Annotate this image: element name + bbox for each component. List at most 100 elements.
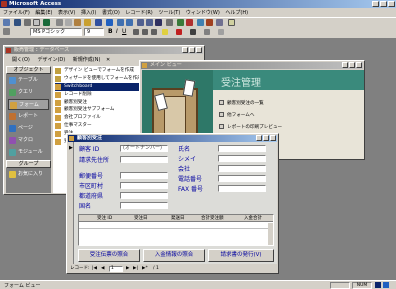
form-maximize-button[interactable] (263, 135, 269, 141)
maximize-button[interactable] (380, 1, 387, 7)
switchboard-maximize-button[interactable] (349, 62, 355, 68)
menu-edit[interactable]: 編集(E) (35, 9, 52, 17)
tray-icon[interactable] (383, 282, 389, 288)
subform-new-row[interactable] (79, 223, 273, 229)
subform-scrollbar[interactable] (268, 223, 273, 245)
name-kana-field[interactable] (218, 155, 266, 162)
col-order-total[interactable]: 合計受注額 (201, 215, 224, 222)
city-field[interactable] (120, 182, 168, 189)
align-right-icon[interactable] (151, 29, 157, 35)
line-color-icon[interactable] (190, 29, 196, 35)
switchboard-item[interactable]: レポートの印刷プレビュー (219, 124, 282, 130)
switchboard-item[interactable]: 顧客別受注の一覧 (219, 100, 264, 106)
tray-icon[interactable] (375, 282, 381, 288)
undo-icon[interactable] (95, 19, 102, 26)
groups-header[interactable]: グループ (6, 160, 51, 168)
menu-window[interactable]: ウィンドウ(W) (186, 9, 220, 17)
filter-by-form-icon[interactable] (146, 19, 153, 26)
close-button[interactable] (388, 1, 395, 7)
prev-record-icon[interactable]: ◀ (101, 265, 104, 273)
name-field[interactable] (218, 145, 266, 152)
new-record-nav-icon[interactable]: ▶* (142, 265, 148, 273)
sort-ascending-icon[interactable] (117, 19, 124, 26)
nav-favorites[interactable]: お気に入り (8, 169, 49, 180)
col-order-id[interactable]: 受注 ID (97, 215, 112, 222)
object-selector-icon[interactable] (3, 28, 10, 35)
find-icon[interactable] (166, 19, 173, 26)
new-record-icon[interactable] (177, 19, 184, 26)
nav-forms[interactable]: フォーム (8, 99, 49, 110)
filter-icon[interactable] (137, 19, 144, 26)
menu-insert[interactable]: 挿入(I) (81, 9, 96, 17)
col-ship-date[interactable]: 発送日 (171, 215, 185, 222)
menu-help[interactable]: ヘルプ(H) (225, 9, 248, 17)
menu-format[interactable]: 書式(O) (102, 9, 120, 17)
last-record-icon[interactable]: ▶| (133, 265, 138, 273)
menu-records[interactable]: レコード(R) (125, 9, 152, 17)
prefecture-field[interactable] (120, 192, 168, 199)
postal-code-field[interactable] (120, 172, 168, 179)
current-record-field[interactable]: 1 (109, 266, 123, 272)
align-left-icon[interactable] (133, 29, 139, 35)
view-icon[interactable] (3, 19, 10, 26)
phone-field[interactable] (218, 175, 266, 182)
country-field[interactable] (120, 202, 168, 209)
form-close-button[interactable] (270, 135, 276, 141)
db-design-button[interactable]: デザイン(D) (37, 57, 65, 63)
form-minimize-button[interactable] (256, 135, 262, 141)
switchboard-minimize-button[interactable] (342, 62, 348, 68)
preview-icon[interactable] (33, 19, 40, 26)
switchboard-close-button[interactable] (356, 62, 362, 68)
first-record-icon[interactable]: |◀ (92, 265, 97, 273)
nav-tables[interactable]: テーブル (8, 75, 49, 86)
nav-pages[interactable]: ページ (8, 123, 49, 134)
issue-invoice-button[interactable]: 請求書の発行(V) (208, 249, 274, 262)
fax-field[interactable] (218, 185, 266, 192)
db-close-button[interactable] (196, 47, 202, 53)
minimize-button[interactable] (372, 1, 379, 7)
payment-info-check-button[interactable]: 入金情報の照合 (143, 249, 205, 262)
nav-reports[interactable]: レポート (8, 111, 49, 122)
menu-view[interactable]: 表示(V) (58, 9, 75, 17)
italic-icon[interactable]: I (116, 28, 118, 35)
font-size-select[interactable]: 9 (84, 28, 104, 36)
save-icon[interactable] (14, 19, 21, 26)
menu-file[interactable]: ファイル(F) (3, 9, 30, 17)
insert-hyperlink-icon[interactable] (106, 19, 113, 26)
db-new-button[interactable]: 新規作成(N) (73, 57, 101, 63)
spell-check-icon[interactable] (43, 19, 50, 26)
underline-icon[interactable]: U (122, 28, 126, 35)
line-width-icon[interactable] (204, 29, 210, 35)
database-window-icon[interactable] (206, 19, 213, 26)
menu-tools[interactable]: ツール(T) (158, 9, 180, 17)
billing-address-field[interactable] (120, 156, 168, 163)
customer-id-field[interactable]: (オートナンバー) (120, 145, 168, 152)
print-icon[interactable] (24, 19, 31, 26)
delete-record-icon[interactable] (186, 19, 193, 26)
sort-descending-icon[interactable] (126, 19, 133, 26)
db-open-button[interactable]: 開く(O) (12, 57, 30, 63)
align-center-icon[interactable] (142, 29, 148, 35)
paste-icon[interactable] (74, 19, 81, 26)
font-color-icon[interactable] (176, 29, 182, 35)
nav-macros[interactable]: マクロ (8, 135, 49, 146)
format-painter-icon[interactable] (84, 19, 91, 26)
properties-icon[interactable] (197, 19, 204, 26)
help-icon[interactable] (228, 19, 235, 26)
nav-modules[interactable]: モジュール (8, 147, 49, 158)
db-maximize-button[interactable] (189, 47, 195, 53)
col-paid-total[interactable]: 入金合計 (244, 215, 262, 222)
bold-icon[interactable]: B (108, 28, 113, 35)
special-effect-icon[interactable] (218, 29, 224, 35)
cut-icon[interactable] (56, 19, 63, 26)
db-delete-icon[interactable]: ✕ (106, 57, 110, 63)
apply-filter-icon[interactable] (155, 19, 162, 26)
db-minimize-button[interactable] (182, 47, 188, 53)
nav-queries[interactable]: クエリ (8, 87, 49, 98)
next-record-icon[interactable]: ▶ (126, 265, 129, 273)
fill-color-icon[interactable] (162, 29, 168, 35)
copy-icon[interactable] (65, 19, 72, 26)
col-order-date[interactable]: 受注日 (134, 215, 148, 222)
font-name-select[interactable]: MS Pゴシック (30, 28, 82, 36)
company-field[interactable] (218, 165, 266, 172)
